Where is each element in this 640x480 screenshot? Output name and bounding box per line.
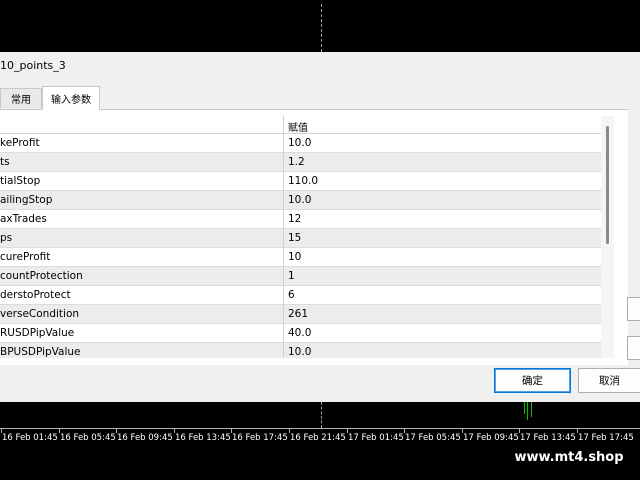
table-row[interactable]: ts 1.2: [0, 153, 601, 172]
chart-period-separator: [321, 4, 322, 52]
parameter-name: RUSDPipValue: [0, 327, 75, 339]
time-axis-label: 17 Feb 09:45: [463, 433, 519, 443]
scrollbar-thumb[interactable]: [606, 126, 609, 244]
time-axis-label: 17 Feb 01:45: [348, 433, 404, 443]
time-axis-label: 16 Feb 17:45: [232, 433, 288, 443]
dialog-title: 10_points_3: [0, 59, 66, 72]
parameter-name: ps: [0, 232, 13, 244]
table-row[interactable]: derstoProtect 6: [0, 286, 601, 305]
parameter-value[interactable]: 1.2: [288, 156, 305, 168]
chart-area-top: [0, 0, 640, 52]
time-axis-label: 16 Feb 05:45: [60, 433, 116, 443]
parameter-name: BPUSDPipValue: [0, 346, 81, 358]
parameter-value[interactable]: 1: [288, 270, 295, 282]
table-row[interactable]: ps 15: [0, 229, 601, 248]
parameter-value[interactable]: 10.0: [288, 194, 311, 206]
table-row[interactable]: axTrades 12: [0, 210, 601, 229]
time-axis-label: 16 Feb 13:45: [175, 433, 231, 443]
table-header: 赋值: [0, 116, 601, 134]
parameter-value[interactable]: 10.0: [288, 346, 311, 358]
tab-common[interactable]: 常用: [0, 88, 42, 108]
parameter-name: countProtection: [0, 270, 83, 282]
parameter-name: derstoProtect: [0, 289, 71, 301]
candle: [527, 402, 528, 420]
parameter-value[interactable]: 10.0: [288, 137, 311, 149]
input-parameters-table: 赋值 keProfit 10.0 ts 1.2 tialStop 110.0 ailingS…: [0, 116, 601, 358]
table-row[interactable]: ailingStop 10.0: [0, 191, 601, 210]
parameter-value[interactable]: 110.0: [288, 175, 318, 187]
table-row[interactable]: tialStop 110.0: [0, 172, 601, 191]
tab-input-parameters[interactable]: 输入参数: [42, 86, 100, 110]
time-axis-label: 16 Feb 21:45: [290, 433, 346, 443]
parameter-name: verseCondition: [0, 308, 80, 320]
table-row[interactable]: RUSDPipValue 40.0: [0, 324, 601, 343]
table-row[interactable]: cureProfit 10: [0, 248, 601, 267]
parameter-value[interactable]: 10: [288, 251, 301, 263]
candle: [524, 402, 525, 414]
value-column-header[interactable]: 赋值: [288, 119, 308, 134]
parameter-name: tialStop: [0, 175, 41, 187]
table-row[interactable]: keProfit 10.0: [0, 134, 601, 153]
parameter-value[interactable]: 15: [288, 232, 301, 244]
table-row[interactable]: countProtection 1: [0, 267, 601, 286]
cancel-button[interactable]: 取消: [578, 368, 640, 393]
time-axis-label: 16 Feb 01:45: [2, 433, 58, 443]
parameter-value[interactable]: 261: [288, 308, 308, 320]
time-axis-label: 17 Feb 17:45: [578, 433, 634, 443]
parameter-name: keProfit: [0, 137, 40, 149]
watermark: www.mt4.shop: [498, 444, 640, 470]
parameter-name: ts: [0, 156, 10, 168]
time-axis-label: 16 Feb 09:45: [117, 433, 173, 443]
ok-button[interactable]: 确定: [494, 368, 571, 393]
time-axis-label: 17 Feb 13:45: [520, 433, 576, 443]
time-axis: [0, 428, 640, 429]
ea-properties-dialog: 10_points_3 常用 输入参数 赋值 keProfit 10.0 ts 1.2…: [0, 52, 640, 402]
parameter-name: axTrades: [0, 213, 47, 225]
table-row[interactable]: verseCondition 261: [0, 305, 601, 324]
save-button[interactable]: [627, 336, 640, 360]
parameter-name: cureProfit: [0, 251, 51, 263]
load-button[interactable]: [627, 297, 640, 321]
parameter-value[interactable]: 40.0: [288, 327, 311, 339]
parameter-value[interactable]: 12: [288, 213, 301, 225]
chart-period-separator: [321, 402, 322, 428]
table-row[interactable]: BPUSDPipValue 10.0: [0, 343, 601, 358]
parameter-name: ailingStop: [0, 194, 53, 206]
table-vertical-scrollbar[interactable]: [601, 116, 614, 358]
parameter-value[interactable]: 6: [288, 289, 295, 301]
column-separator: [283, 116, 284, 358]
time-axis-label: 17 Feb 05:45: [405, 433, 461, 443]
candle: [531, 402, 532, 417]
